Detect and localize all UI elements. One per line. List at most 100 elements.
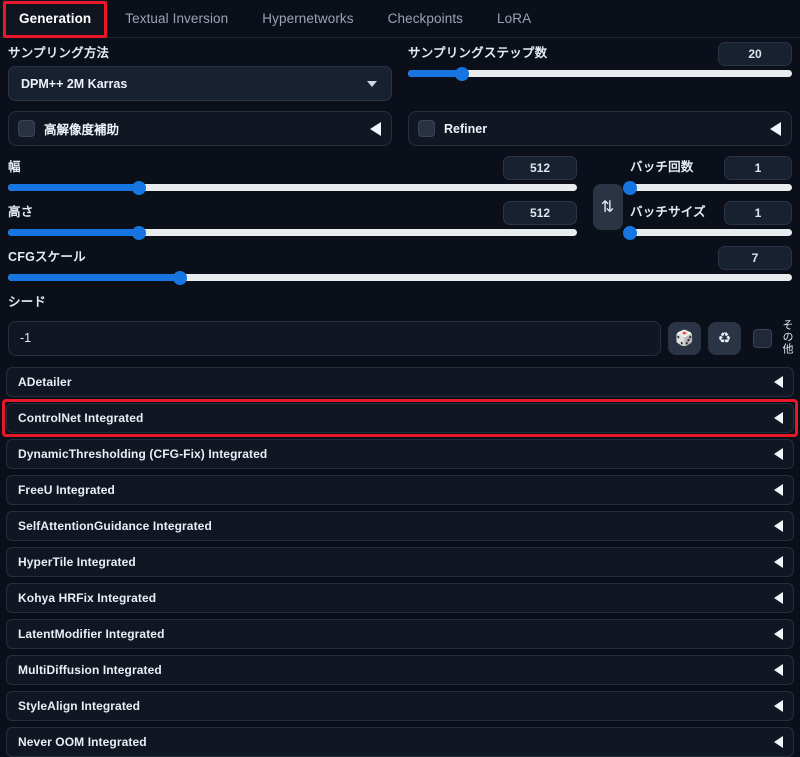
refiner-checkbox[interactable]	[418, 120, 435, 137]
seed-randomize-button[interactable]: 🎲	[668, 321, 701, 355]
extension-accordion-row[interactable]: HyperTile Integrated	[6, 547, 794, 577]
seed-input[interactable]: -1	[8, 320, 661, 356]
extension-name: Never OOM Integrated	[18, 735, 147, 749]
extension-accordion-row[interactable]: FreeU Integrated	[6, 475, 794, 505]
caret-left-icon[interactable]	[370, 121, 381, 136]
cfg-slider-thumb[interactable]	[173, 270, 188, 285]
seed-reuse-button[interactable]: ♻	[708, 321, 741, 355]
batch-count-label: バッチ回数	[630, 160, 694, 174]
extension-accordion-row[interactable]: MultiDiffusion Integrated	[6, 655, 794, 685]
batch-count-slider[interactable]	[623, 180, 792, 195]
recycle-icon: ♻	[717, 330, 732, 347]
height-slider[interactable]	[8, 225, 577, 240]
width-slider-thumb[interactable]	[131, 180, 146, 195]
seed-extra-checkbox[interactable]	[753, 328, 772, 348]
extension-accordion-row[interactable]: StyleAlign Integrated	[6, 691, 794, 721]
extension-name: DynamicThresholding (CFG-Fix) Integrated	[18, 447, 268, 461]
tab-lora[interactable]: LoRA	[480, 0, 548, 37]
sampler-column: サンプリング方法 DPM++ 2M Karras	[0, 38, 400, 101]
app-root: Generation Textual Inversion Hypernetworks…	[0, 0, 800, 757]
width-slider[interactable]	[8, 180, 577, 195]
extension-name: FreeU Integrated	[18, 483, 115, 497]
cfg-header: CFGスケール 7	[8, 246, 792, 270]
extension-name: HyperTile Integrated	[18, 555, 136, 569]
cfg-label: CFGスケール	[8, 250, 86, 264]
dice-icon: 🎲	[675, 330, 694, 347]
cfg-value[interactable]: 7	[718, 246, 792, 270]
hires-checkbox[interactable]	[18, 120, 35, 137]
tab-generation[interactable]: Generation	[2, 0, 109, 38]
caret-left-icon[interactable]	[774, 376, 783, 388]
batch-size-slider-thumb[interactable]	[623, 225, 637, 240]
batch-count-value[interactable]: 1	[724, 156, 792, 180]
height-header: 高さ 512	[8, 201, 577, 225]
extension-accordion-row[interactable]: Kohya HRFix Integrated	[6, 583, 794, 613]
batch-column: バッチ回数 1 バッチサイズ 1	[623, 152, 800, 240]
steps-column: サンプリングステップ数 20	[400, 38, 800, 101]
seed-row: -1 🎲 ♻ その他	[0, 315, 800, 361]
steps-value[interactable]: 20	[718, 42, 792, 66]
extension-accordion-row[interactable]: ControlNet Integrated	[2, 399, 798, 437]
cfg-slider[interactable]	[8, 270, 792, 285]
caret-left-icon[interactable]	[774, 628, 783, 640]
generation-panel: サンプリング方法 DPM++ 2M Karras サンプリングステップ数 20	[0, 38, 800, 757]
caret-left-icon[interactable]	[774, 520, 783, 532]
refiner-field: Refiner	[400, 107, 800, 146]
sampler-field: サンプリング方法 DPM++ 2M Karras	[0, 38, 400, 101]
height-slider-thumb[interactable]	[131, 225, 146, 240]
steps-slider[interactable]	[408, 66, 792, 81]
caret-left-icon[interactable]	[770, 121, 781, 136]
caret-left-icon[interactable]	[774, 556, 783, 568]
swap-column: ⇅	[585, 152, 630, 238]
height-label: 高さ	[8, 205, 34, 219]
extension-accordion-row[interactable]: Never OOM Integrated	[6, 727, 794, 757]
height-field: 高さ 512	[0, 193, 585, 240]
tab-hypernetworks[interactable]: Hypernetworks	[245, 0, 370, 37]
extension-accordion-row[interactable]: SelfAttentionGuidance Integrated	[6, 511, 794, 541]
sampler-value: DPM++ 2M Karras	[21, 76, 128, 91]
refiner-accordion[interactable]: Refiner	[408, 111, 792, 146]
width-slider-fill	[8, 184, 139, 191]
swap-dimensions-button[interactable]: ⇅	[592, 184, 623, 230]
height-value[interactable]: 512	[503, 201, 577, 225]
refiner-left: Refiner	[418, 120, 487, 137]
extension-name: ControlNet Integrated	[18, 411, 144, 425]
caret-left-icon[interactable]	[774, 448, 783, 460]
extension-accordion-row[interactable]: LatentModifier Integrated	[6, 619, 794, 649]
hires-accordion[interactable]: 高解像度補助	[8, 111, 392, 146]
caret-left-icon[interactable]	[774, 700, 783, 712]
top-controls-row: サンプリング方法 DPM++ 2M Karras サンプリングステップ数 20	[0, 38, 800, 101]
main-tab-bar: Generation Textual Inversion Hypernetworks…	[0, 0, 800, 38]
steps-slider-fill	[408, 70, 462, 77]
sampler-dropdown[interactable]: DPM++ 2M Karras	[8, 66, 392, 101]
cfg-field: CFGスケール 7	[0, 238, 800, 285]
caret-left-icon[interactable]	[774, 412, 783, 424]
tab-textual-inversion[interactable]: Textual Inversion	[108, 0, 245, 37]
extension-accordion-row[interactable]: ADetailer	[6, 367, 794, 397]
extension-name: ADetailer	[18, 375, 72, 389]
extension-accordion-row[interactable]: DynamicThresholding (CFG-Fix) Integrated	[6, 439, 794, 469]
batch-size-value[interactable]: 1	[724, 201, 792, 225]
extension-name: MultiDiffusion Integrated	[18, 663, 162, 677]
toggle-bars-row: 高解像度補助 Refiner	[0, 107, 800, 146]
extension-name: Kohya HRFix Integrated	[18, 591, 157, 605]
hires-column: 高解像度補助	[0, 107, 400, 146]
batch-count-header: バッチ回数 1	[630, 156, 792, 180]
tab-checkpoints[interactable]: Checkpoints	[371, 0, 480, 37]
width-header: 幅 512	[8, 156, 577, 180]
width-value[interactable]: 512	[503, 156, 577, 180]
width-label: 幅	[8, 160, 21, 174]
extension-name: SelfAttentionGuidance Integrated	[18, 519, 212, 533]
batch-count-field: バッチ回数 1	[623, 152, 800, 195]
steps-header: サンプリングステップ数 20	[408, 42, 792, 66]
batch-count-slider-thumb[interactable]	[623, 180, 637, 195]
extension-name: LatentModifier Integrated	[18, 627, 165, 641]
steps-slider-thumb[interactable]	[454, 66, 469, 81]
caret-left-icon[interactable]	[774, 736, 783, 748]
caret-left-icon[interactable]	[774, 592, 783, 604]
refiner-label: Refiner	[444, 121, 488, 136]
height-slider-fill	[8, 229, 139, 236]
batch-size-slider[interactable]	[623, 225, 792, 240]
caret-left-icon[interactable]	[774, 664, 783, 676]
caret-left-icon[interactable]	[774, 484, 783, 496]
